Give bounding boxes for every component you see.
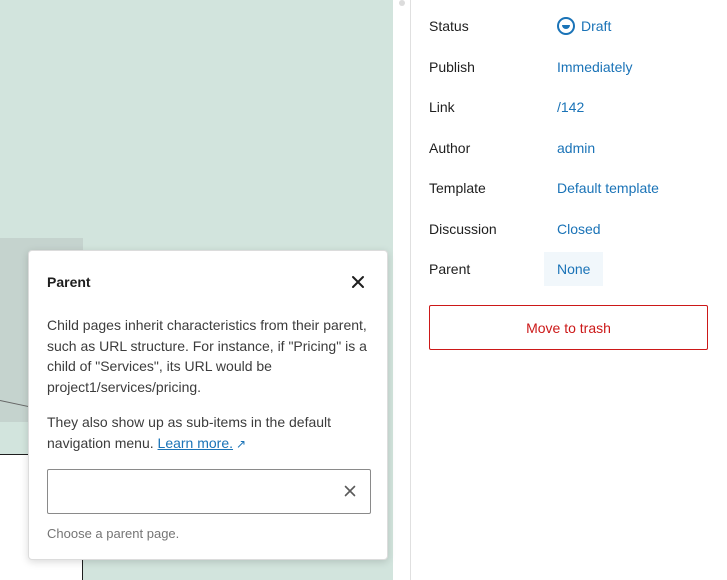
close-icon xyxy=(352,276,364,288)
scrollbar[interactable] xyxy=(393,0,411,580)
link-button[interactable]: /142 xyxy=(557,99,584,115)
link-label: Link xyxy=(429,99,455,115)
external-link-icon: ↗ xyxy=(236,436,247,451)
summary-row-link: Link /142 xyxy=(429,87,719,127)
author-label: Author xyxy=(429,140,471,156)
summary-row-publish: Publish Immediately xyxy=(429,47,719,87)
summary-row-discussion: Discussion Closed xyxy=(429,209,719,249)
popover-description: Child pages inherit characteristics from… xyxy=(47,317,367,395)
draft-status-icon xyxy=(557,17,575,35)
discussion-label: Discussion xyxy=(429,221,497,237)
parent-button[interactable]: None xyxy=(544,252,604,286)
popover-navigation-note: They also show up as sub-items in the de… xyxy=(47,412,372,454)
clear-icon xyxy=(344,485,356,497)
status-value: Draft xyxy=(581,18,612,34)
publish-button[interactable]: Immediately xyxy=(557,59,632,75)
learn-more-link[interactable]: Learn more. xyxy=(158,435,233,451)
move-to-trash-button[interactable]: Move to trash xyxy=(429,305,708,350)
summary-row-parent: Parent None xyxy=(429,249,719,289)
close-button[interactable] xyxy=(347,271,369,293)
parent-page-input[interactable] xyxy=(48,470,328,513)
parent-label: Parent xyxy=(429,261,471,277)
template-label: Template xyxy=(429,180,486,196)
status-label: Status xyxy=(429,18,469,34)
parent-popover: Parent Child pages inherit characteristi… xyxy=(28,250,388,560)
author-button[interactable]: admin xyxy=(557,140,595,156)
template-button[interactable]: Default template xyxy=(557,180,659,196)
status-button[interactable]: Draft xyxy=(557,17,611,35)
scrollbar-thumb[interactable] xyxy=(399,0,405,6)
editor-screen: Status Draft Publish Immediately Link /1… xyxy=(0,0,727,580)
parent-page-field xyxy=(47,469,371,514)
clear-button[interactable] xyxy=(342,483,358,499)
parent-help-text: Choose a parent page. xyxy=(47,526,180,541)
summary-row-author: Author admin xyxy=(429,128,719,168)
discussion-button[interactable]: Closed xyxy=(557,221,601,237)
summary-row-template: Template Default template xyxy=(429,168,719,208)
publish-label: Publish xyxy=(429,59,475,75)
settings-sidebar: Status Draft Publish Immediately Link /1… xyxy=(411,0,727,580)
popover-title: Parent xyxy=(47,274,91,290)
summary-row-status: Status Draft xyxy=(429,6,719,46)
